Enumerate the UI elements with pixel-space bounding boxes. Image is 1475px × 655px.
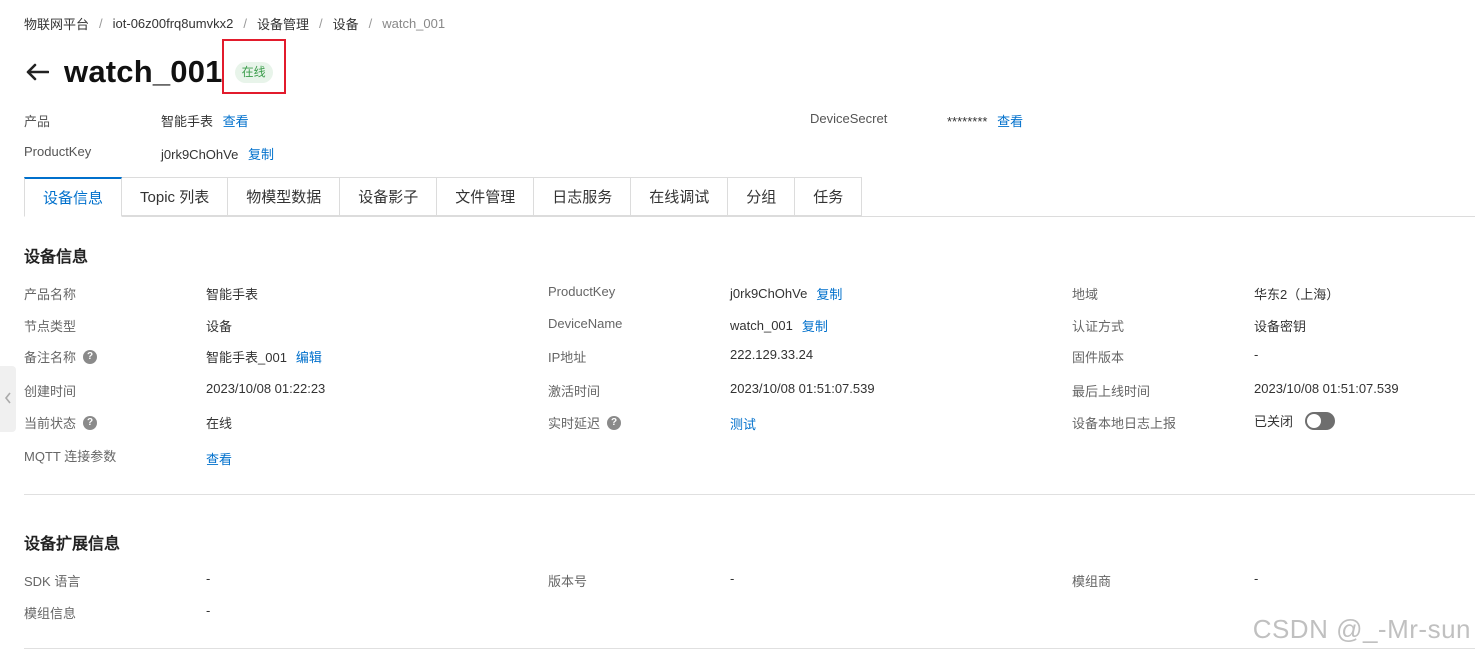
breadcrumb-separator: / (318, 15, 323, 31)
activation-time-label: 激活时间 (548, 384, 601, 399)
breadcrumb: 物联网平台 / iot-06z00frq8umvkx2 / 设备管理 / 设备 … (24, 14, 445, 32)
tab-online-debug[interactable]: 在线调试 (631, 177, 729, 216)
node-type-label: 节点类型 (24, 319, 77, 334)
breadcrumb-device-management[interactable]: 设备管理 (257, 14, 309, 33)
mqtt-params-label: MQTT 连接参数 (24, 449, 117, 464)
remark-name-label: 备注名称 ? (24, 347, 98, 366)
productkey-copy-link[interactable]: 复制 (248, 147, 274, 162)
page-title: watch_001 (64, 54, 223, 89)
highlight-box (222, 39, 286, 94)
chevron-left-icon (4, 392, 12, 407)
module-vendor-value: - (1254, 571, 1259, 586)
module-vendor-label: 模组商 (1072, 574, 1112, 589)
breadcrumb-separator: / (368, 15, 373, 31)
last-online-label: 最后上线时间 (1072, 384, 1151, 399)
device-secret-value: ******** 查看 (947, 111, 1023, 130)
tab-file-management[interactable]: 文件管理 (437, 177, 535, 216)
local-log-report-label: 设备本地日志上报 (1072, 416, 1177, 431)
device-name-value: watch_001 复制 (730, 316, 828, 335)
last-online-value: 2023/10/08 01:51:07.539 (1254, 381, 1399, 396)
remark-name-text: 智能手表_001 (206, 350, 287, 365)
device-secret-mask: ******** (947, 114, 988, 129)
current-status-value: 在线 (206, 416, 233, 431)
breadcrumb-separator: / (99, 15, 103, 31)
created-time-label: 创建时间 (24, 384, 77, 399)
product-value: 智能手表 查看 (161, 111, 249, 130)
page-header: watch_001 在线 (24, 39, 286, 94)
sidebar-collapse-handle[interactable] (0, 366, 16, 432)
section-divider (24, 494, 1475, 495)
tab-group[interactable]: 分组 (728, 177, 796, 216)
tab-log-service[interactable]: 日志服务 (534, 177, 632, 216)
help-icon[interactable]: ? (83, 349, 98, 364)
module-info-label: 模组信息 (24, 606, 77, 621)
productkey-info-label: ProductKey (548, 284, 616, 299)
current-status-label-text: 当前状态 (24, 416, 77, 431)
mqtt-params-view-link[interactable]: 查看 (206, 449, 232, 468)
remark-name-value: 智能手表_001 编辑 (206, 347, 322, 366)
productkey-info-value: j0rk9ChOhVe 复制 (730, 284, 842, 303)
device-name-label: DeviceName (548, 316, 623, 331)
tab-thing-model-data[interactable]: 物模型数据 (228, 177, 341, 216)
help-icon[interactable]: ? (607, 415, 622, 430)
realtime-latency-label: 实时延迟 ? (548, 413, 622, 432)
local-log-toggle[interactable] (1305, 411, 1336, 430)
breadcrumb-device[interactable]: 设备 (333, 14, 359, 33)
auth-method-label: 认证方式 (1072, 319, 1125, 334)
remark-name-label-text: 备注名称 (24, 350, 77, 365)
breadcrumb-instance[interactable]: iot-06z00frq8umvkx2 (113, 16, 234, 31)
product-name-label: 产品名称 (24, 287, 77, 302)
product-label: 产品 (24, 114, 51, 129)
firmware-version-label: 固件版本 (1072, 350, 1125, 365)
device-name-copy-link[interactable]: 复制 (802, 316, 828, 335)
back-arrow-icon[interactable] (24, 61, 50, 83)
sdk-language-value: - (206, 571, 211, 586)
created-time-value: 2023/10/08 01:22:23 (206, 381, 326, 396)
section-divider (24, 648, 1475, 649)
remark-edit-link[interactable]: 编辑 (296, 347, 322, 366)
region-value: 华东2（上海） (1254, 287, 1340, 302)
watermark: CSDN @_-Mr-sun (1252, 614, 1471, 644)
tab-topic-list[interactable]: Topic 列表 (122, 177, 229, 216)
product-name-value: 智能手表 (206, 287, 259, 302)
tab-device-info[interactable]: 设备信息 (24, 177, 123, 217)
ip-address-label: IP地址 (548, 350, 587, 365)
breadcrumb-separator: / (243, 15, 247, 31)
sdk-language-label: SDK 语言 (24, 574, 81, 589)
local-log-report-value: 已关闭 (1254, 411, 1336, 430)
local-log-report-status: 已关闭 (1254, 414, 1294, 429)
latency-test-link[interactable]: 测试 (730, 414, 756, 433)
breadcrumb-iot-platform[interactable]: 物联网平台 (24, 14, 89, 33)
ip-address-value: 222.129.33.24 (730, 347, 814, 362)
ext-info-title: 设备扩展信息 (24, 536, 121, 553)
tab-bar: 设备信息 Topic 列表 物模型数据 设备影子 文件管理 日志服务 在线调试 … (24, 177, 863, 217)
activation-time-value: 2023/10/08 01:51:07.539 (730, 381, 875, 396)
version-value: - (730, 571, 735, 586)
module-info-value: - (206, 603, 211, 618)
product-name: 智能手表 (161, 114, 214, 129)
current-status-label: 当前状态 ? (24, 413, 98, 432)
toggle-knob (1307, 413, 1322, 428)
tab-task[interactable]: 任务 (795, 177, 863, 216)
region-label: 地域 (1072, 287, 1099, 302)
device-secret-label: DeviceSecret (810, 111, 888, 126)
auth-method-value: 设备密钥 (1254, 319, 1307, 334)
product-view-link[interactable]: 查看 (223, 114, 249, 129)
productkey-label: ProductKey (24, 144, 92, 159)
realtime-latency-label-text: 实时延迟 (548, 416, 601, 431)
productkey-text: j0rk9ChOhVe (161, 147, 239, 162)
tab-device-shadow[interactable]: 设备影子 (340, 177, 438, 216)
productkey-info-copy-link[interactable]: 复制 (816, 284, 842, 303)
node-type-value: 设备 (206, 319, 233, 334)
breadcrumb-current: watch_001 (382, 15, 446, 31)
device-name-text: watch_001 (730, 318, 793, 333)
productkey-info-text: j0rk9ChOhVe (730, 286, 808, 301)
firmware-version-value: - (1254, 347, 1259, 362)
device-info-title: 设备信息 (24, 249, 89, 266)
productkey-value: j0rk9ChOhVe 复制 (161, 144, 274, 163)
version-label: 版本号 (548, 574, 588, 589)
device-secret-view-link[interactable]: 查看 (997, 114, 1023, 129)
help-icon[interactable]: ? (83, 415, 98, 430)
